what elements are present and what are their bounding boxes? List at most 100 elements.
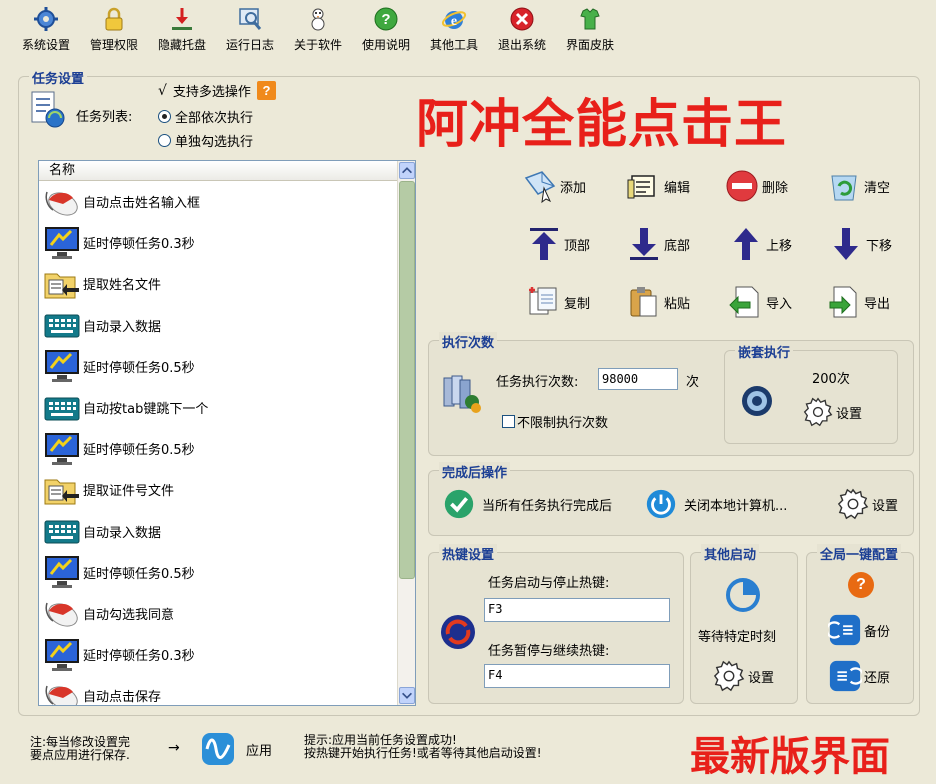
task-list-item[interactable]: 自动点击保存 [39,675,397,705]
after-complete-settings-button[interactable]: 设置 [836,484,898,524]
task-list-item[interactable]: 自动勾选我同意 [39,593,397,634]
gear-icon [713,660,745,692]
radio-run-all[interactable]: 全部依次执行 [158,107,253,126]
task-list-item[interactable]: 延时停顿任务0.3秒 [39,222,397,263]
toolbar-system-settings-button[interactable]: 系统设置 [12,0,80,60]
exec-count-label: 任务执行次数: [496,375,579,390]
toolbar-skin-button[interactable]: 界面皮肤 [556,0,624,60]
task-list-item[interactable]: 提取证件号文件 [39,469,397,510]
move-bottom-label: 底部 [664,238,691,254]
task-list-icon [31,91,65,128]
toolbar-about-button[interactable]: 关于软件 [284,0,352,60]
apply-button[interactable]: 应用 [200,729,272,769]
import-icon [729,286,759,318]
copy-icon [529,287,557,315]
add-button[interactable]: 添加 [522,166,586,206]
task-list-item[interactable]: 自动点击姓名输入框 [39,181,397,222]
paste-icon [630,287,657,317]
multi-select-help-icon[interactable]: ? [256,81,276,100]
power-icon [646,489,676,519]
toolbar-help-button[interactable]: ? 使用说明 [352,0,420,60]
after-complete-condition[interactable]: 当所有任务执行完成后 [442,484,612,524]
after-complete-settings-label: 设置 [872,498,899,514]
exec-count-unit: 次 [686,375,700,390]
unlimited-exec-checkbox[interactable]: 不限制执行次数 [502,412,608,431]
restore-button[interactable]: 还原 [828,656,890,696]
task-list-item[interactable]: 延时停顿任务0.5秒 [39,552,397,593]
toolbar-exit-button[interactable]: 退出系统 [488,0,556,60]
task-list-item[interactable]: 提取姓名文件 [39,263,397,304]
copy-button[interactable]: 复制 [526,282,590,322]
toolbar-label: 界面皮肤 [565,38,614,52]
task-list-item[interactable]: 延时停顿任务0.5秒 [39,346,397,387]
toolbar-label: 管理权限 [89,38,138,52]
toolbar-label: 使用说明 [361,38,410,52]
recycle-bin-icon [831,175,857,201]
task-list-label: 任务列表: [76,110,133,125]
scroll-up-button[interactable] [399,162,415,179]
toolbar-hide-tray-button[interactable]: 隐藏托盘 [148,0,216,60]
task-list-item[interactable]: 延时停顿任务0.5秒 [39,428,397,469]
multi-select-toggle[interactable]: √ 支持多选操作 ? [158,81,276,100]
exec-count-input[interactable]: 98000 [598,368,678,390]
toolbar-permissions-button[interactable]: 管理权限 [80,0,148,60]
restore-label: 还原 [864,670,891,686]
toolbar-other-tools-button[interactable]: e 其他工具 [420,0,488,60]
radio-button[interactable] [158,110,171,123]
import-button[interactable]: 导入 [728,282,792,322]
scroll-thumb[interactable] [399,181,415,579]
toolbar-label: 系统设置 [21,38,70,52]
folder-extract-icon [43,266,81,302]
task-list-rows: 自动点击姓名输入框 延时停顿任务0.3秒 提取姓名文件 自动录入数据 延时停顿任务0.5… [39,181,415,705]
task-list-item[interactable]: 延时停顿任务0.3秒 [39,634,397,675]
skin-icon [580,8,600,30]
export-button[interactable]: 导出 [826,282,890,322]
task-list-scrollbar[interactable] [397,161,415,705]
move-up-button[interactable]: 上移 [728,224,792,264]
radio-label: 全部依次执行 [175,111,254,126]
chevron-down-icon [402,692,412,699]
clear-button[interactable]: 清空 [826,166,890,206]
add-icon [524,171,556,204]
hotkey-pause-resume-input[interactable]: F4 [484,664,670,688]
checkbox[interactable] [502,415,515,428]
tray-down-icon [172,8,192,30]
global-config-help-icon[interactable]: ? [848,572,874,598]
list-column-header-name[interactable]: 名称 [39,161,397,181]
toolbar-label: 退出系统 [497,38,546,52]
clock-pie-icon [726,578,760,612]
task-list-item[interactable]: 自动录入数据 [39,511,397,552]
restore-icon [829,660,862,692]
other-start-settings-button[interactable]: 设置 [712,656,774,696]
hotkey-start-stop-input[interactable]: F3 [484,598,670,622]
edit-button[interactable]: 编辑 [626,166,690,206]
task-list-item[interactable]: 自动录入数据 [39,305,397,346]
move-top-button[interactable]: 顶部 [526,224,590,264]
task-list[interactable]: 名称 自动点击姓名输入框 延时停顿任务0.3秒 提取姓名文件 自动录入数据 延时停顿任务… [38,160,416,706]
move-down-label: 下移 [866,238,893,254]
task-list-item[interactable]: 自动按tab键跳下一个 [39,387,397,428]
delete-button[interactable]: 删除 [724,166,788,206]
task-list-item-label: 提取姓名文件 [83,278,162,294]
toolbar-run-log-button[interactable]: 运行日志 [216,0,284,60]
move-down-button[interactable]: 下移 [828,224,892,264]
radio-button[interactable] [158,134,171,147]
after-complete-action[interactable]: 关闭本地计算机... [644,484,787,524]
task-list-item-label: 延时停顿任务0.5秒 [83,443,195,459]
radio-label: 单独勾选执行 [175,135,254,150]
move-bottom-button[interactable]: 底部 [626,224,690,264]
multi-select-checkmark: √ [158,82,167,99]
radio-run-selected[interactable]: 单独勾选执行 [158,131,253,150]
move-top-label: 顶部 [564,238,591,254]
main-toolbar: 系统设置 管理权限 隐藏托盘 运行日志 关于软件 ? 使用说明 e 其他工具 退… [0,0,936,60]
task-list-item-label: 延时停顿任务0.3秒 [83,237,195,253]
task-list-item-label: 自动按tab键跳下一个 [83,402,209,418]
task-list-item-label: 延时停顿任务0.5秒 [83,566,195,582]
keyboard-icon [43,513,81,549]
scroll-down-button[interactable] [399,687,415,704]
backup-button[interactable]: 备份 [828,610,890,650]
toolbar-label: 运行日志 [225,38,274,52]
backup-label: 备份 [864,624,891,640]
paste-button[interactable]: 粘贴 [626,282,690,322]
nested-settings-button[interactable]: 设置 [802,392,862,432]
